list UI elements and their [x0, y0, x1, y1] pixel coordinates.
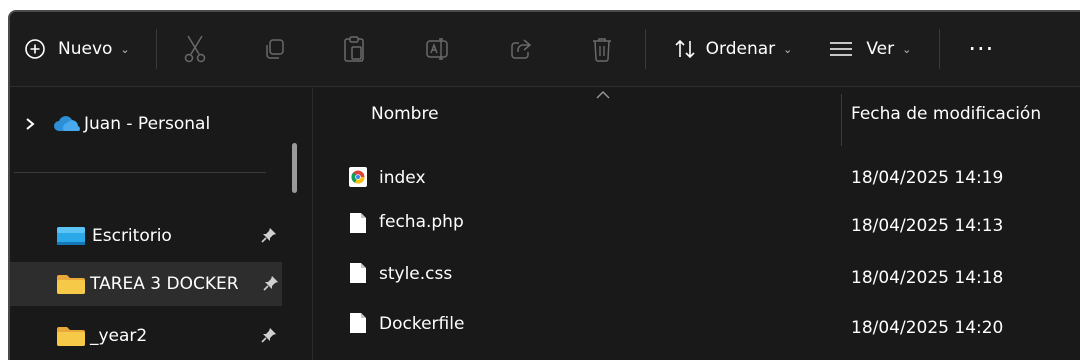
- file-icon: [350, 313, 366, 333]
- file-icon: [350, 213, 366, 233]
- chevron-down-icon: ⌄: [902, 42, 912, 56]
- sort-button[interactable]: Ordenar ⌄: [674, 29, 793, 69]
- sidebar-scrollbar-thumb[interactable]: [292, 143, 297, 193]
- more-options-button[interactable]: ···: [968, 29, 994, 69]
- toolbar-divider: [939, 29, 941, 69]
- sidebar-item-label: Juan - Personal: [84, 114, 211, 134]
- desktop-folder-icon: [57, 227, 85, 245]
- column-headers: Nombre Fecha de modificación: [313, 88, 1080, 146]
- sidebar-divider: [14, 172, 266, 173]
- sidebar-item-onedrive[interactable]: Juan - Personal: [10, 102, 282, 146]
- sidebar-item-label: TAREA 3 DOCKER: [90, 274, 239, 294]
- file-row-fecha-php[interactable]: fecha.php 18/04/2025 14:13: [313, 204, 1080, 252]
- sidebar-item-year2[interactable]: _year2: [10, 314, 282, 358]
- view-button[interactable]: Ver ⌄: [828, 29, 911, 69]
- toolbar-divider: [155, 29, 157, 69]
- new-button[interactable]: Nuevo ⌄: [24, 29, 130, 69]
- sort-ascending-caret-icon: [596, 91, 610, 99]
- command-bar: Nuevo ⌄ Ordenar ⌄ Ver ⌄ ···: [10, 12, 1080, 87]
- plus-circle-icon: [25, 39, 45, 59]
- navigation-pane: Juan - Personal Escritorio TAREA 3 DOCKE…: [10, 88, 312, 360]
- view-lines-icon: [830, 42, 853, 56]
- file-date: 18/04/2025 14:18: [851, 268, 1004, 288]
- sidebar-item-label: _year2: [90, 326, 148, 346]
- file-date: 18/04/2025 14:19: [851, 168, 1004, 188]
- file-date: 18/04/2025 14:20: [851, 318, 1004, 338]
- file-name: style.css: [379, 264, 453, 284]
- sidebar-item-desktop[interactable]: Escritorio: [10, 214, 282, 258]
- trash-icon: [592, 38, 611, 62]
- file-date: 18/04/2025 14:13: [851, 216, 1004, 236]
- folder-icon: [57, 327, 85, 346]
- rename-button[interactable]: [425, 29, 451, 69]
- folder-icon: [57, 275, 85, 294]
- scissors-icon: [184, 35, 205, 63]
- chevron-down-icon: ⌄: [783, 42, 793, 56]
- file-list-pane: Nombre Fecha de modificación index 18/04…: [312, 88, 1080, 360]
- pin-icon[interactable]: [262, 274, 280, 292]
- column-header-name[interactable]: Nombre: [371, 104, 439, 124]
- delete-button[interactable]: [591, 29, 613, 69]
- file-row-dockerfile[interactable]: Dockerfile 18/04/2025 14:20: [313, 304, 1080, 352]
- file-row-style-css[interactable]: style.css 18/04/2025 14:18: [313, 254, 1080, 302]
- sidebar-item-tarea-3-docker[interactable]: TAREA 3 DOCKER: [10, 262, 282, 306]
- file-name: fecha.php: [379, 212, 464, 232]
- sort-button-label: Ordenar: [705, 39, 776, 59]
- file-row-index[interactable]: index 18/04/2025 14:19: [313, 154, 1080, 202]
- cut-button[interactable]: [183, 29, 207, 69]
- column-header-date[interactable]: Fecha de modificación: [851, 104, 1041, 124]
- chrome-html-icon: [349, 167, 367, 187]
- share-button[interactable]: [509, 29, 533, 69]
- file-name: Dockerfile: [379, 314, 465, 334]
- pin-icon[interactable]: [260, 226, 278, 244]
- column-resize-handle[interactable]: [841, 94, 842, 146]
- new-button-label: Nuevo: [58, 39, 113, 59]
- share-icon: [510, 39, 531, 59]
- chevron-right-icon[interactable]: [24, 117, 36, 131]
- paste-button[interactable]: [343, 29, 365, 69]
- sidebar-item-label: Escritorio: [92, 226, 172, 246]
- file-icon: [350, 263, 366, 283]
- sort-arrows-icon: [675, 39, 695, 59]
- file-explorer-window: Nuevo ⌄ Ordenar ⌄ Ver ⌄ ··· Juan - Perso…: [8, 10, 1080, 360]
- chevron-down-icon: ⌄: [120, 42, 130, 56]
- view-button-label: Ver: [866, 39, 895, 59]
- pin-icon[interactable]: [260, 326, 278, 344]
- onedrive-cloud-icon: [54, 116, 80, 131]
- rename-icon: [425, 38, 448, 60]
- copy-button[interactable]: [263, 29, 287, 69]
- clipboard-icon: [343, 36, 364, 62]
- file-name: index: [379, 168, 426, 188]
- more-dots-icon: ···: [968, 35, 995, 63]
- copy-icon: [265, 39, 284, 59]
- toolbar-divider: [644, 29, 646, 69]
